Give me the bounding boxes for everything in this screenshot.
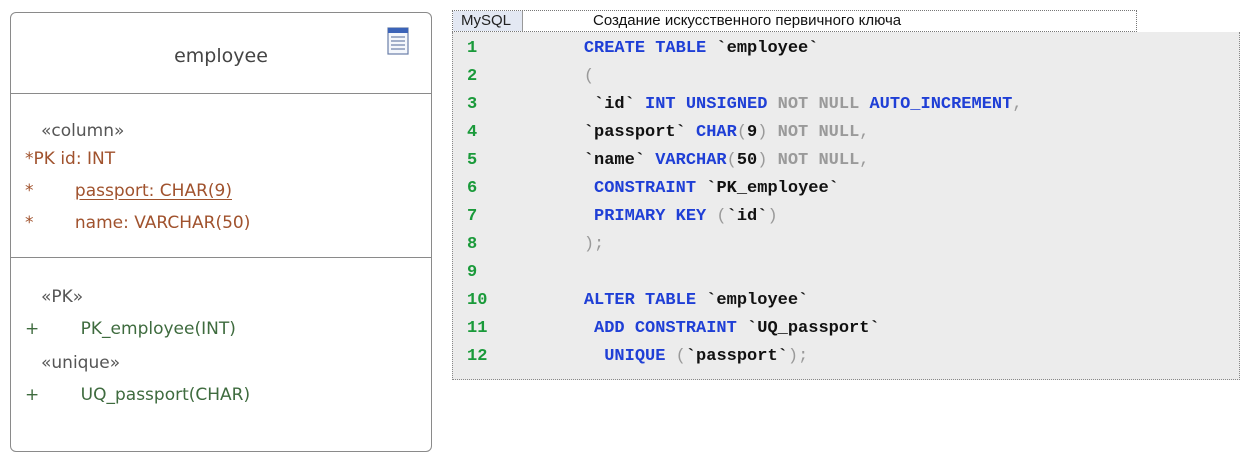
column-text: id: INT [60, 149, 116, 169]
operation-text: PK_employee(INT) [80, 319, 236, 339]
language-tab: MySQL [453, 11, 523, 31]
line-number: 10 [467, 291, 488, 310]
column-marker: *PK [25, 149, 55, 169]
pk-stereotype: «PK» [41, 287, 84, 307]
line-number: 3 [467, 95, 478, 114]
line-number: 9 [467, 263, 478, 282]
line-number: 12 [467, 347, 488, 366]
operation-marker: + [25, 319, 40, 339]
pk-operation: + PK_employee(INT) [25, 319, 236, 339]
unique-operation: + UQ_passport(CHAR) [25, 385, 250, 405]
code-text: CONSTRAINT `PK_employee` [594, 179, 839, 198]
line-number: 7 [467, 207, 478, 226]
code-text: PRIMARY KEY (`id`) [594, 207, 778, 226]
code-text: `id` INT UNSIGNED NOT NULL AUTO_INCREMEN… [543, 95, 1023, 114]
column-name: * name: VARCHAR(50) [25, 213, 250, 233]
column-text: name: VARCHAR(50) [74, 213, 251, 233]
code-text: ALTER TABLE `employee` [583, 291, 809, 310]
operation-text: UQ_passport(CHAR) [80, 385, 251, 405]
code-header: MySQL Создание искусственного первичного… [452, 10, 1137, 32]
entity-title: employee [174, 45, 268, 67]
code-text: `name` VARCHAR(50) NOT NULL, [543, 151, 870, 170]
column-marker: * [25, 181, 34, 201]
unique-stereotype: «unique» [41, 353, 121, 373]
code-listing: 1 CREATE TABLE `employee` 2 (3 `id` INT U… [452, 32, 1240, 380]
code-text: CREATE TABLE `employee` [583, 39, 819, 58]
line-number: 8 [467, 235, 478, 254]
code-text: ( [583, 67, 595, 86]
line-number: 11 [467, 319, 488, 338]
line-number: 4 [467, 123, 478, 142]
code-text: UNIQUE (`passport`); [604, 347, 809, 366]
compartment-divider [11, 93, 431, 94]
line-number: 1 [467, 39, 478, 58]
columns-stereotype: «column» [41, 121, 125, 141]
line-number: 5 [467, 151, 478, 170]
column-text: passport: CHAR(9) [74, 181, 232, 201]
code-text: ADD CONSTRAINT `UQ_passport` [594, 319, 880, 338]
code-caption: Создание искусственного первичного ключа [593, 12, 902, 29]
table-icon [387, 27, 409, 55]
column-marker: * [25, 213, 34, 233]
line-number: 6 [467, 179, 478, 198]
column-passport: * passport: CHAR(9) [25, 181, 232, 201]
operation-marker: + [25, 385, 40, 405]
code-text: ); [583, 235, 605, 254]
entity-box-employee: employee «column» *PK id: INT * passport… [10, 12, 432, 452]
column-id: *PK id: INT [25, 149, 115, 169]
compartment-divider [11, 257, 431, 258]
code-text: `passport` CHAR(9) NOT NULL, [543, 123, 870, 142]
line-number: 2 [467, 67, 478, 86]
